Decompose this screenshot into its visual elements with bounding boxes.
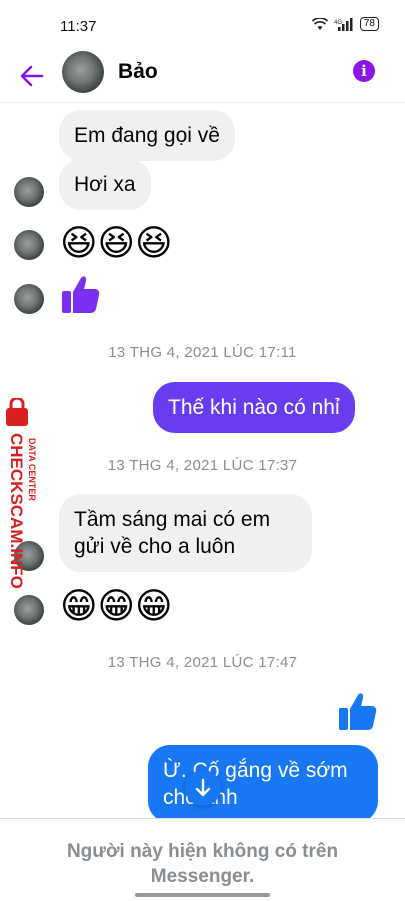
chat-header xyxy=(0,52,405,103)
back-arrow-icon[interactable] xyxy=(18,62,46,90)
message-incoming[interactable]: Em đang gọi về xyxy=(59,110,235,161)
notice-text: Người này hiện không có trên Messenger. xyxy=(66,841,339,887)
watermark: CHECKSCAM.INFO DATA CENTER xyxy=(6,398,37,589)
thumbs-up-icon[interactable] xyxy=(58,273,102,317)
message-incoming[interactable]: Hơi xa xyxy=(59,159,151,210)
contact-avatar[interactable] xyxy=(62,51,104,93)
lock-icon xyxy=(6,398,28,426)
svg-text:4G: 4G xyxy=(334,20,342,26)
signal-icon: 4G xyxy=(334,17,353,31)
message-incoming[interactable]: Tầm sáng mai có em gửi về cho a luôn xyxy=(59,494,312,572)
status-icons: 4G 78 xyxy=(311,17,379,31)
message-outgoing[interactable]: Thế khi nào có nhỉ xyxy=(153,382,355,433)
status-time: 11:37 xyxy=(60,18,97,35)
contact-name[interactable]: Bảo xyxy=(118,60,158,84)
info-icon[interactable]: i xyxy=(353,60,375,82)
avatar[interactable] xyxy=(14,595,44,625)
watermark-subtitle: DATA CENTER xyxy=(27,438,37,501)
avatar[interactable] xyxy=(14,177,44,207)
emoji-message[interactable]: 😁😁😁 xyxy=(60,586,173,626)
emoji-message[interactable]: 😆😆😆 xyxy=(60,223,173,263)
scroll-down-button[interactable] xyxy=(185,770,221,806)
timestamp: 13 THG 4, 2021 LÚC 17:11 xyxy=(108,344,297,361)
wifi-icon xyxy=(311,17,328,30)
thumbs-up-icon[interactable] xyxy=(335,690,379,734)
status-bar: 11:37 4G 78 xyxy=(0,0,405,52)
avatar[interactable] xyxy=(14,284,44,314)
unavailable-notice: Người này hiện không có trên Messenger. xyxy=(0,818,405,901)
home-indicator[interactable] xyxy=(135,893,270,897)
battery-icon: 78 xyxy=(359,17,379,31)
message-outgoing[interactable]: Ừ. Cố gắng về sớm cho anh xyxy=(148,745,378,823)
watermark-title: CHECKSCAM.INFO xyxy=(7,433,26,589)
timestamp: 13 THG 4, 2021 LÚC 17:37 xyxy=(107,457,298,474)
avatar[interactable] xyxy=(14,230,44,260)
arrow-down-icon xyxy=(195,778,211,797)
timestamp: 13 THG 4, 2021 LÚC 17:47 xyxy=(107,654,298,671)
